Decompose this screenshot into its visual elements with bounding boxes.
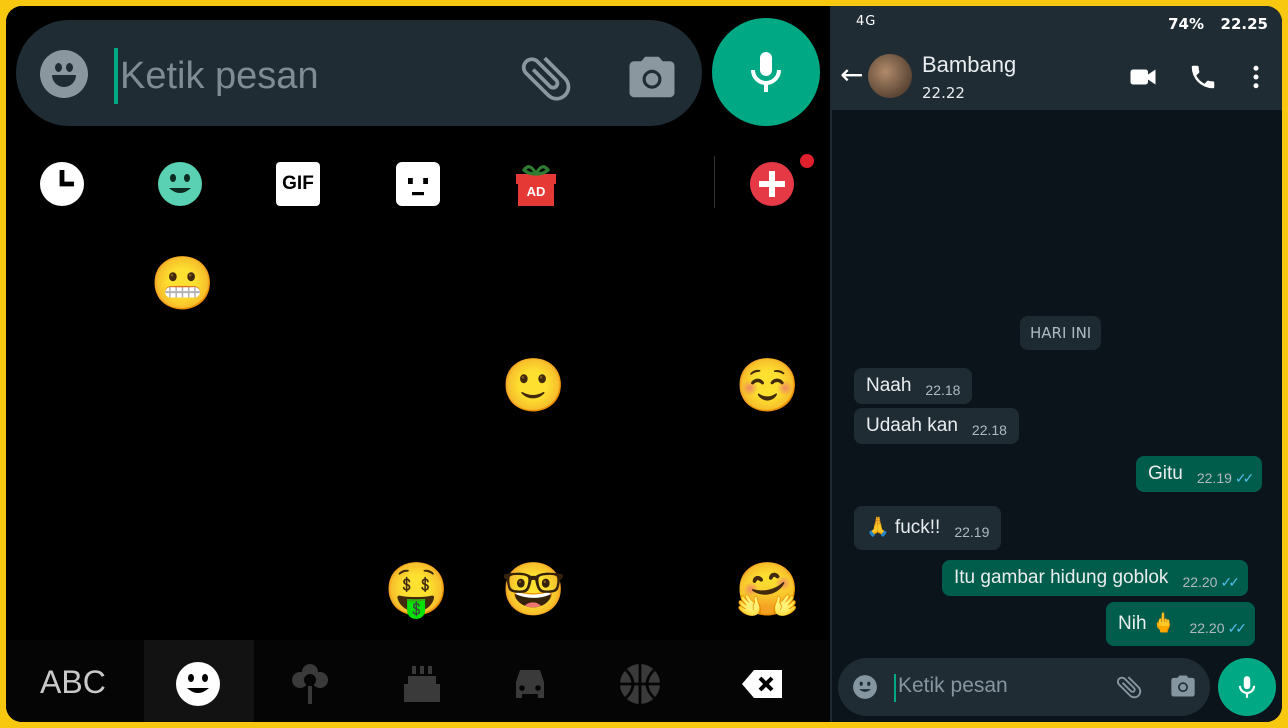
gif-icon[interactable]: GIF: [276, 162, 320, 206]
add-icon[interactable]: [748, 160, 796, 208]
travel-tab-icon[interactable]: [506, 660, 554, 708]
contact-avatar[interactable]: [868, 54, 912, 98]
smiley-category-icon[interactable]: [156, 160, 204, 208]
message-time: 22.19: [954, 524, 990, 540]
emoji-key[interactable]: 😀: [33, 254, 93, 314]
chat-panel: 4G 74% 22.25 ← Bambang 22.22 HARI INI Na…: [830, 6, 1282, 722]
mic-icon: [751, 52, 781, 92]
category-divider: [714, 156, 715, 208]
emoji-key[interactable]: 😇: [150, 356, 210, 416]
contact-name[interactable]: Bambang: [922, 52, 1016, 78]
day-separator: HARI INI: [1020, 316, 1102, 350]
emoji-key[interactable]: 🤓: [501, 560, 566, 620]
emoji-key[interactable]: 🤑: [384, 560, 449, 620]
message-bubble-incoming[interactable]: Udaah kan 22.18: [854, 408, 1019, 444]
read-receipt-icon: ✓✓: [1227, 620, 1248, 636]
ad-label: AD: [526, 184, 546, 199]
text-caret: [114, 48, 118, 104]
last-seen: 22.22: [922, 84, 965, 102]
chat-input-bar[interactable]: Ketik pesan: [838, 658, 1210, 716]
emoji-key[interactable]: ☺️: [735, 356, 800, 416]
emoji-key[interactable]: 😎: [618, 560, 678, 620]
device-frame: Ketik pesan GIF AD 😀 😬 😁 😂 😃 😄 �: [6, 6, 1282, 722]
emoji-key[interactable]: 😉: [267, 356, 327, 416]
emoji-key[interactable]: 😚: [735, 458, 795, 518]
sticker-icon[interactable]: [394, 160, 442, 208]
emoji-toggle-icon[interactable]: [40, 50, 88, 98]
backspace-icon[interactable]: [738, 660, 786, 708]
emoji-category-tabs: GIF AD: [6, 138, 830, 230]
emoji-key[interactable]: 😋: [33, 458, 93, 518]
status-bar: 4G 74% 22.25: [832, 6, 1282, 40]
camera-icon[interactable]: [622, 50, 682, 104]
message-text: Gitu: [1148, 463, 1183, 484]
emoji-key[interactable]: 😂: [384, 254, 445, 314]
read-receipt-icon: ✓✓: [1234, 470, 1255, 486]
message-bubble-incoming[interactable]: 🙏 fuck!! 22.19: [854, 506, 1002, 550]
emoji-key[interactable]: 🤗: [735, 560, 800, 620]
emoji-key[interactable]: 😬: [150, 254, 215, 314]
attach-icon[interactable]: [516, 48, 576, 108]
attach-icon[interactable]: [1114, 672, 1144, 702]
emoji-key[interactable]: 😘: [384, 458, 444, 518]
nature-tab-icon[interactable]: [286, 660, 334, 708]
emoji-key[interactable]: 😙: [618, 458, 678, 518]
emoji-key[interactable]: 😊: [384, 356, 444, 416]
message-input-placeholder[interactable]: Ketik pesan: [120, 48, 319, 104]
video-call-icon[interactable]: [1128, 62, 1158, 92]
message-bubble-incoming[interactable]: Naah 22.18: [854, 368, 973, 404]
message-text: Udaah kan: [866, 415, 958, 436]
activity-tab-icon[interactable]: [616, 660, 664, 708]
emoji-key[interactable]: 😌: [150, 458, 210, 518]
emoji-key[interactable]: 😜: [33, 560, 93, 620]
emoji-key[interactable]: 🙃: [618, 356, 678, 416]
message-time: 22.19: [1196, 470, 1232, 486]
emoji-key[interactable]: 🙂: [501, 356, 566, 416]
food-tab-icon[interactable]: [398, 660, 446, 708]
back-arrow-icon[interactable]: ←: [840, 60, 863, 90]
emoji-key[interactable]: 😍: [267, 458, 327, 518]
chat-voice-button[interactable]: [1218, 658, 1276, 716]
emoji-grid: 😀 😬 😁 😂 😃 😄 😅 😆 😇 😉 😊 🙂 🙃 ☺️ 😋 😌 😍 😘 😗 😙…: [6, 228, 830, 638]
abc-button[interactable]: ABC: [40, 664, 106, 701]
message-bubble-outgoing[interactable]: Gitu 22.19 ✓✓: [1136, 456, 1263, 492]
emoji-key[interactable]: 😝: [150, 560, 210, 620]
message-bubble-outgoing[interactable]: Nih 🖕 22.20 ✓✓: [1106, 602, 1255, 646]
emoji-icon[interactable]: [852, 674, 878, 700]
emoji-key[interactable]: 😆: [33, 356, 93, 416]
chat-header: ← Bambang 22.22: [832, 40, 1282, 110]
notification-dot: [800, 154, 814, 168]
text-caret: [894, 674, 896, 702]
message-time: 22.18: [925, 382, 961, 398]
message-text: Itu gambar hidung goblok: [954, 567, 1169, 588]
emoji-key[interactable]: 😃: [501, 254, 561, 314]
camera-icon[interactable]: [1168, 672, 1198, 700]
read-receipt-icon: ✓✓: [1220, 574, 1240, 590]
message-text: 🙏 fuck!!: [866, 517, 941, 538]
recent-icon[interactable]: [38, 160, 86, 208]
emoji-keyboard-panel: Ketik pesan GIF AD 😀 😬 😁 😂 😃 😄 �: [6, 6, 830, 722]
battery-level: 74%: [1168, 15, 1204, 33]
emoji-key[interactable]: 😄: [618, 254, 678, 314]
message-text: Naah: [866, 375, 912, 396]
chat-input-placeholder[interactable]: Ketik pesan: [898, 674, 1008, 698]
emoji-key[interactable]: 😛: [267, 560, 327, 620]
mic-icon: [1238, 676, 1256, 698]
voice-call-icon[interactable]: [1188, 62, 1218, 92]
emoji-key[interactable]: 😅: [735, 254, 795, 314]
message-text: Nih 🖕: [1118, 613, 1176, 634]
message-time: 22.20: [1182, 574, 1218, 590]
smiley-tab-icon[interactable]: [174, 660, 222, 708]
keyboard-bottom-bar: ABC: [6, 640, 830, 722]
message-input-bar[interactable]: Ketik pesan: [16, 20, 702, 126]
voice-record-button[interactable]: [712, 18, 820, 126]
more-options-icon[interactable]: [1246, 62, 1266, 92]
emoji-key[interactable]: 😗: [501, 458, 561, 518]
message-bubble-outgoing[interactable]: Itu gambar hidung goblok 22.20 ✓✓: [942, 560, 1248, 596]
clock: 22.25: [1220, 15, 1268, 33]
message-time: 22.18: [971, 422, 1007, 438]
emoji-key[interactable]: 😁: [267, 254, 327, 314]
signal-indicator: 4G: [856, 14, 877, 29]
message-time: 22.20: [1189, 620, 1225, 636]
